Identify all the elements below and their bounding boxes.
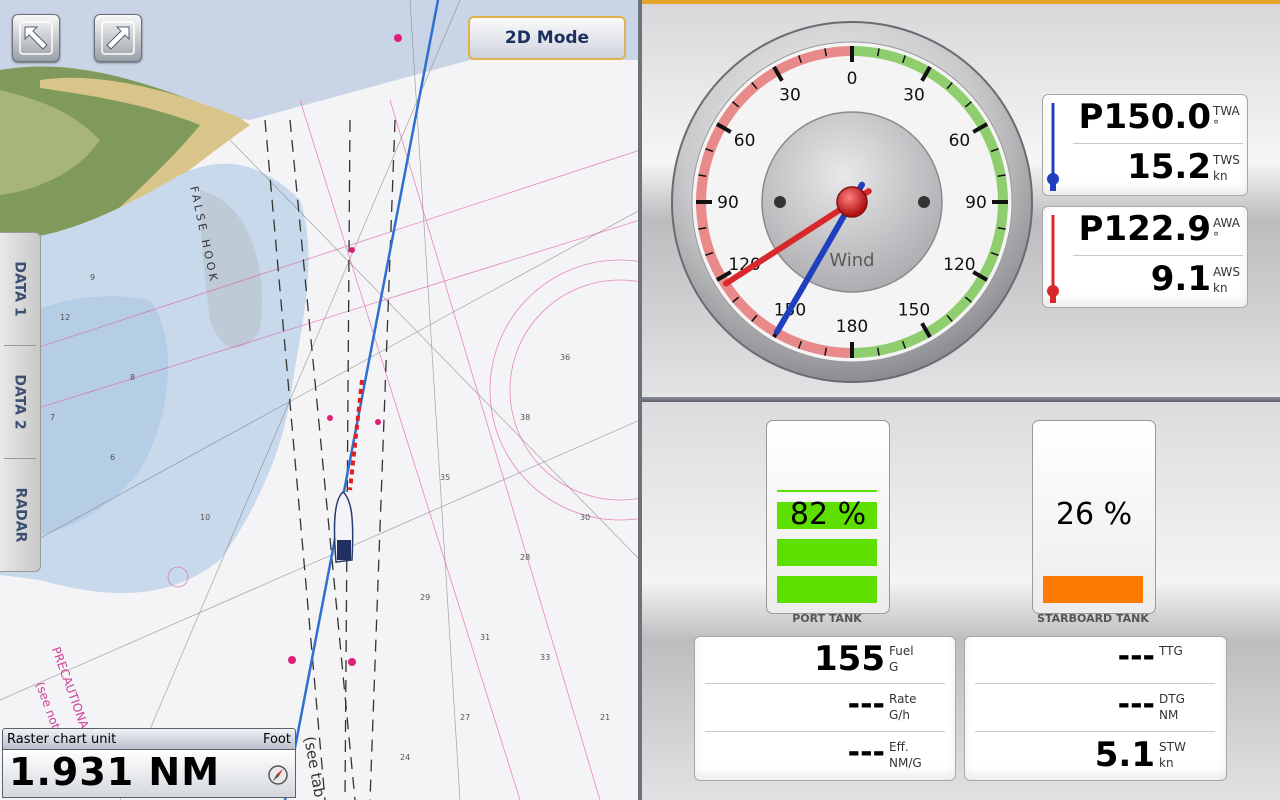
gauge-hub <box>836 186 868 218</box>
starboard-tank-label: STARBOARD TANK <box>1037 612 1149 625</box>
apparent-wind-card[interactable]: P122.9 AWA ° 9.1 AWS kn <box>1042 206 1248 308</box>
ttg-label: TTG <box>1159 644 1183 658</box>
aws-unit: kn <box>1213 281 1228 295</box>
twa-value: P150.0 <box>1078 97 1211 137</box>
nautical-chart-graphic: 9128 7610 293133 302821 272413 383536 <box>0 0 640 800</box>
port-tank-percent: 82 % <box>789 497 867 532</box>
stw-value: 5.1 <box>1094 735 1155 775</box>
chart-scale-panel[interactable]: Raster chart unit Foot 1.931 NM <box>2 728 296 798</box>
svg-text:31: 31 <box>480 633 490 642</box>
stw-label: STW <box>1159 740 1186 754</box>
gauge-label-180: 180 <box>836 317 868 337</box>
gauge-label-port-30: 30 <box>779 86 801 106</box>
dtg-label: DTG <box>1159 692 1185 706</box>
svg-text:30: 30 <box>580 513 590 522</box>
port-tank-label: PORT TANK <box>792 612 862 625</box>
gauge-label-0: 0 <box>847 69 858 89</box>
starboard-tank-percent: 26 % <box>1055 497 1133 532</box>
gauge-title: Wind <box>829 250 874 271</box>
tws-label: TWS <box>1213 153 1240 167</box>
gauge-label-stbd-90: 90 <box>965 193 987 213</box>
svg-text:27: 27 <box>460 713 470 722</box>
boat-icon <box>333 490 354 563</box>
svg-text:7: 7 <box>50 413 55 422</box>
route-data-card[interactable]: --- TTG --- DTG NM 5.1 STW kn <box>964 636 1227 781</box>
svg-text:36: 36 <box>560 353 570 362</box>
port-tank-level-bar <box>777 489 877 492</box>
svg-text:6: 6 <box>110 453 115 462</box>
fuel-value: 155 <box>814 639 885 679</box>
svg-text:8: 8 <box>130 373 135 382</box>
starboard-tank-gauge[interactable]: 26 % <box>1032 420 1156 614</box>
side-tab-strip: DATA 1 DATA 2 RADAR <box>0 232 41 572</box>
port-tank-level-bar <box>777 576 877 603</box>
awa-value: P122.9 <box>1078 209 1211 249</box>
gauge-label-stbd-30: 30 <box>903 86 925 106</box>
efficiency-label: Eff. <box>889 740 909 754</box>
svg-text:21: 21 <box>600 713 610 722</box>
svg-text:12: 12 <box>60 313 70 322</box>
aws-value: 9.1 <box>1150 259 1211 299</box>
fuel-data-card[interactable]: 155 Fuel G --- Rate G/h --- Eff. NM/G <box>694 636 956 781</box>
svg-text:24: 24 <box>400 753 410 762</box>
back-button[interactable] <box>12 14 60 62</box>
twa-unit: ° <box>1213 118 1219 132</box>
svg-text:33: 33 <box>540 653 550 662</box>
tws-unit: kn <box>1213 169 1228 183</box>
dtg-value: --- <box>1117 687 1155 722</box>
true-wind-card[interactable]: P150.0 TWA ° 15.2 TWS kn <box>1042 94 1248 196</box>
rate-value: --- <box>847 687 885 722</box>
apparent-wind-needle-icon <box>1047 215 1059 303</box>
svg-text:10: 10 <box>200 513 210 522</box>
gauge-label-stbd-150: 150 <box>898 300 930 320</box>
svg-text:29: 29 <box>420 593 430 602</box>
ttg-value: --- <box>1117 639 1155 674</box>
gauge-label-port-90: 90 <box>717 193 739 213</box>
back-arrow-icon <box>19 21 53 55</box>
gauge-label-stbd-120: 120 <box>943 255 975 275</box>
efficiency-value: --- <box>847 735 885 770</box>
rate-unit: G/h <box>889 708 910 722</box>
port-tank-level-bar <box>777 539 877 566</box>
wind-panel[interactable]: 0180306090120150306090120150 Wind P150.0… <box>642 4 1280 397</box>
tab-data-2[interactable]: DATA 2 <box>0 346 40 458</box>
dtg-unit: NM <box>1159 708 1179 722</box>
scale-unit: Foot <box>262 732 291 747</box>
port-tank-gauge[interactable]: 82 % <box>766 420 890 614</box>
forward-button[interactable] <box>94 14 142 62</box>
fuel-label: Fuel <box>889 644 914 658</box>
rate-label: Rate <box>889 692 917 706</box>
gauge-label-stbd-60: 60 <box>949 131 971 151</box>
svg-text:38: 38 <box>520 413 530 422</box>
svg-text:35: 35 <box>440 473 450 482</box>
true-wind-needle-icon <box>1047 103 1059 191</box>
efficiency-unit: NM/G <box>889 756 922 770</box>
starboard-tank-level-bar <box>1043 576 1143 603</box>
fuel-unit: G <box>889 660 899 674</box>
tab-data-1[interactable]: DATA 1 <box>0 233 40 345</box>
awa-unit: ° <box>1213 230 1219 244</box>
view-mode-button[interactable]: 2D Mode <box>468 16 626 60</box>
scale-label: Raster chart unit <box>7 732 117 747</box>
compass-icon[interactable] <box>267 764 289 786</box>
gauge-label-port-60: 60 <box>734 131 756 151</box>
tab-radar[interactable]: RADAR <box>0 459 40 571</box>
tws-value: 15.2 <box>1127 147 1211 187</box>
svg-text:9: 9 <box>90 273 95 282</box>
scale-value: 1.931 NM <box>9 750 221 794</box>
stw-unit: kn <box>1159 756 1174 770</box>
aws-label: AWS <box>1213 265 1241 279</box>
wind-gauge: 0180306090120150306090120150 Wind <box>671 21 1033 383</box>
forward-arrow-icon <box>101 21 135 55</box>
svg-text:28: 28 <box>520 553 530 562</box>
chart-map[interactable]: 9128 7610 293133 302821 272413 383536 FA… <box>0 0 640 800</box>
